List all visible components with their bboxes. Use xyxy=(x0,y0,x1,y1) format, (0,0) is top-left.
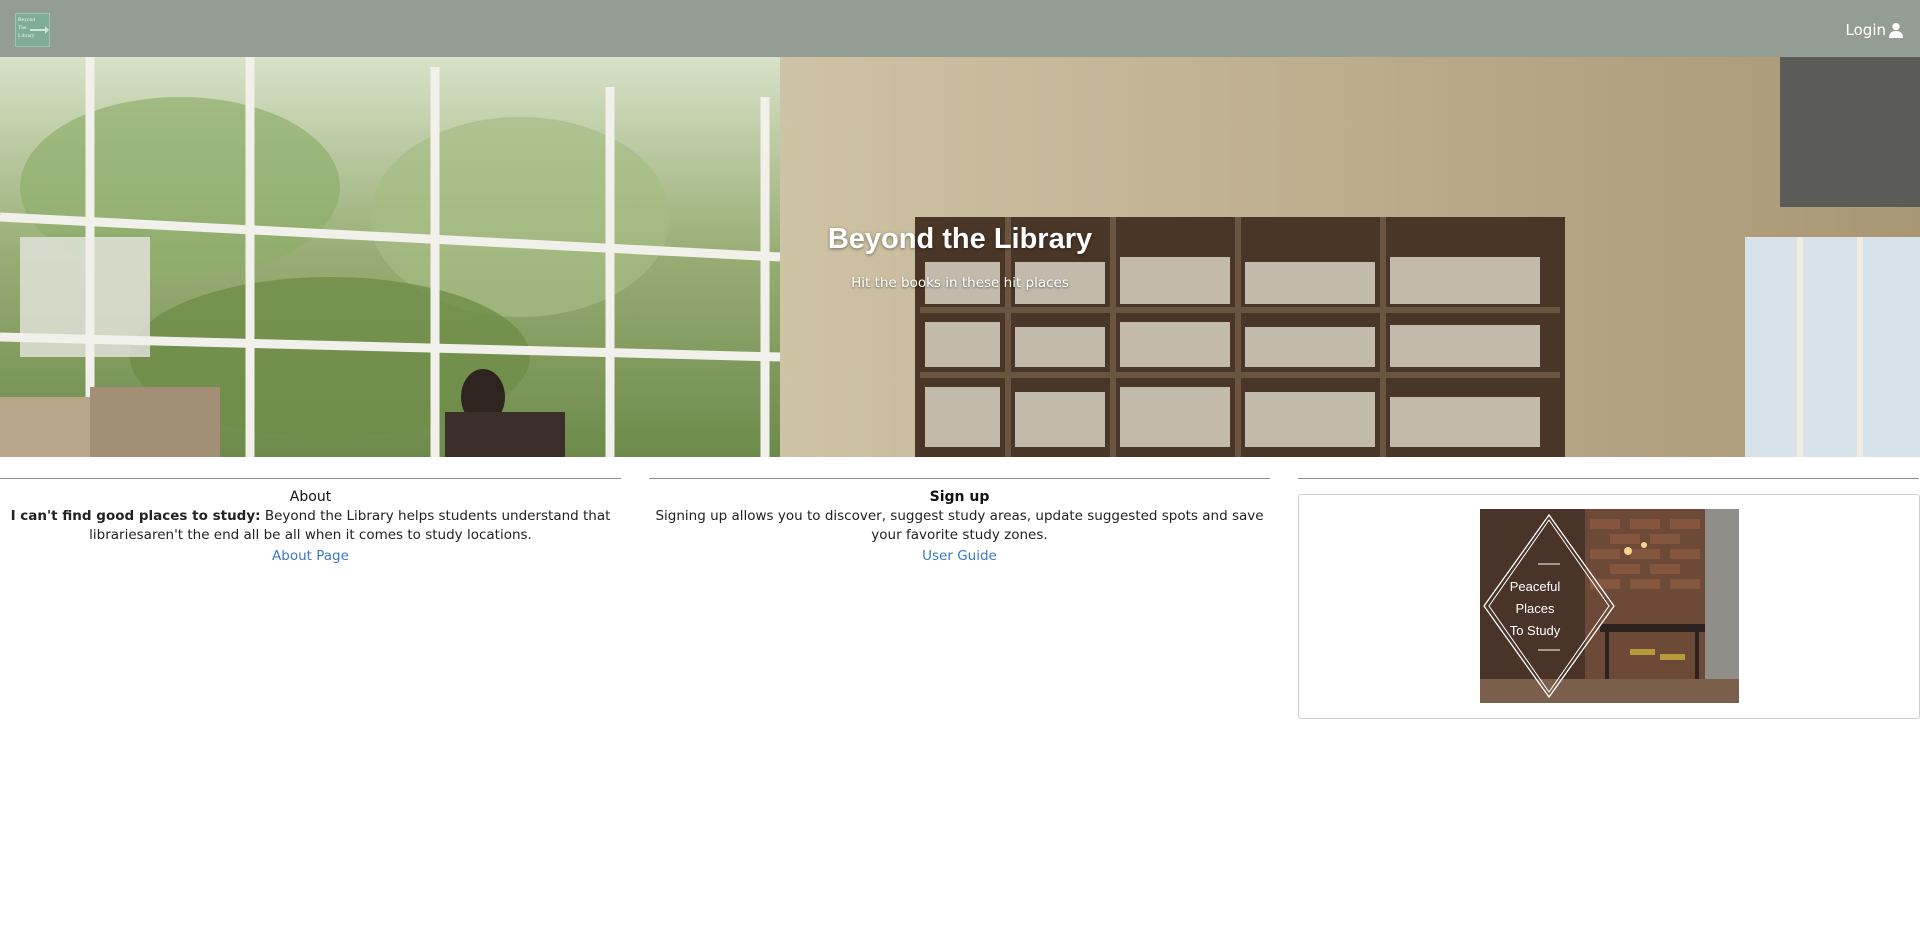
caption-line-1: Peaceful xyxy=(1509,579,1561,594)
logo-text: Beyond The Library xyxy=(18,16,35,40)
image-caption: Peaceful Places To Study xyxy=(1480,576,1590,642)
peaceful-places-image[interactable]: Peaceful Places To Study xyxy=(1480,509,1739,703)
about-divider xyxy=(0,478,621,479)
user-guide-link[interactable]: User Guide xyxy=(922,547,997,566)
feature-image-section: Peaceful Places To Study xyxy=(1298,478,1920,719)
login-label: Login xyxy=(1845,21,1886,39)
about-heading: About xyxy=(289,489,332,505)
site-logo[interactable]: Beyond The Library xyxy=(15,13,50,47)
feature-divider xyxy=(1298,478,1919,479)
about-text: I can't find good places to study: Beyon… xyxy=(0,507,621,545)
signup-section: Sign up Signing up allows you to discove… xyxy=(649,478,1270,566)
signup-divider xyxy=(649,478,1270,479)
signup-heading: Sign up xyxy=(929,489,990,505)
logo-text-line-3: Library xyxy=(18,33,35,39)
login-link[interactable]: Login xyxy=(1846,21,1904,39)
signup-text: Signing up allows you to discover, sugge… xyxy=(655,508,1264,543)
hero-banner: Beyond the Library Hit the books in thes… xyxy=(0,57,1920,457)
logo-arrow-icon xyxy=(30,26,49,34)
user-icon xyxy=(1889,23,1903,38)
about-section: About I can't find good places to study:… xyxy=(0,478,621,566)
hero-title: Beyond the Library xyxy=(827,223,1093,255)
feature-image-card: Peaceful Places To Study xyxy=(1298,494,1920,719)
top-navbar: Beyond The Library Login xyxy=(0,0,1920,57)
hero-subtitle: Hit the books in these hit places xyxy=(851,275,1069,291)
caption-line-2: Places xyxy=(1515,601,1555,616)
about-lead: I can't find good places to study: xyxy=(10,508,261,524)
caption-line-3: To Study xyxy=(1509,623,1561,638)
about-page-link[interactable]: About Page xyxy=(272,547,349,566)
logo-text-line-1: Beyond xyxy=(18,17,36,23)
